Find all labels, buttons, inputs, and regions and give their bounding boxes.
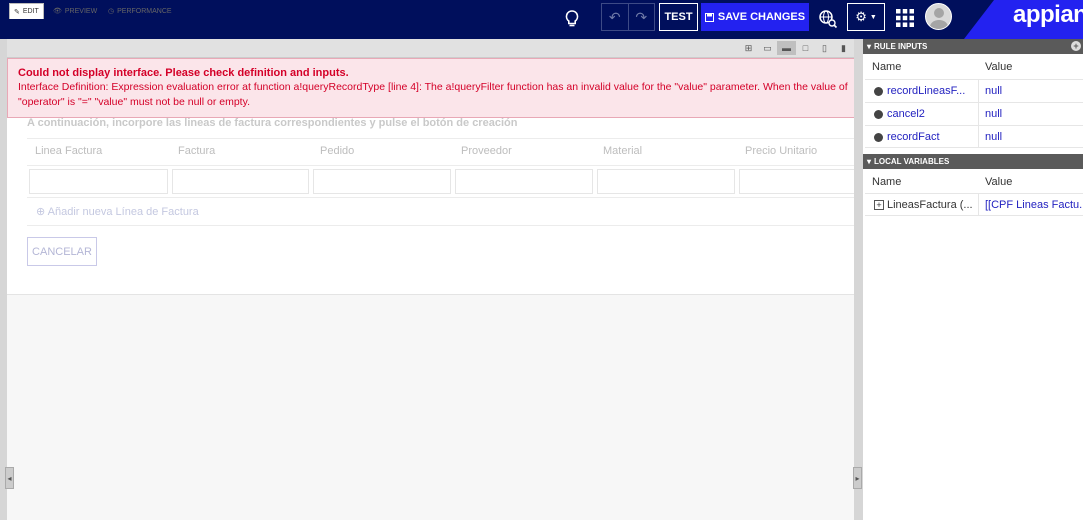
cell-factura-input[interactable]	[172, 169, 309, 194]
tab-edit-label: EDIT	[22, 8, 39, 15]
grid-header-linea-factura: Linea Factura	[35, 145, 103, 157]
column-separator	[978, 126, 979, 148]
tab-performance-label: PERFORMANCE	[117, 7, 172, 15]
local-variables-name-header: Name	[872, 176, 902, 188]
tablet-icon[interactable]: ▯	[815, 41, 834, 55]
local-variables-header[interactable]: ▾ LOCAL VARIABLES	[863, 154, 1083, 169]
local-variables-value-header: Value	[985, 176, 1013, 188]
add-rule-input-icon[interactable]: +	[1071, 41, 1081, 51]
caret-down-icon: ▾	[867, 157, 872, 166]
device-preview-bar: ⊞ ▭ ▬ □ ▯ ▮	[739, 40, 859, 56]
desktop-icon[interactable]: ▬	[777, 41, 796, 55]
user-avatar[interactable]	[925, 3, 952, 30]
cancel-button[interactable]: CANCELAR	[27, 237, 97, 266]
rule-input-name[interactable]: recordLineasF...	[887, 85, 982, 97]
test-button[interactable]: TEST	[659, 3, 698, 31]
rule-input-value[interactable]: null	[985, 108, 1083, 120]
rule-input-value[interactable]: null	[985, 85, 1083, 97]
column-separator	[978, 80, 979, 102]
undo-icon[interactable]: ↶	[602, 4, 629, 30]
error-banner: Could not display interface. Please chec…	[7, 58, 860, 118]
cell-proveedor-input[interactable]	[455, 169, 593, 194]
cell-material-input[interactable]	[597, 169, 735, 194]
error-message: Interface Definition: Expression evaluat…	[18, 81, 848, 108]
add-line-link[interactable]: ⊕ Añadir nueva Línea de Factura	[36, 205, 199, 218]
save-icon	[704, 12, 714, 22]
cell-precio-unitario-input[interactable]	[739, 169, 859, 194]
rule-inputs-title: RULE INPUTS	[874, 42, 928, 51]
rule-input-row[interactable]: cancel2 null	[865, 102, 1083, 125]
lightbulb-icon[interactable]	[560, 7, 584, 31]
phone-icon[interactable]: ▮	[834, 41, 853, 55]
monitor-icon[interactable]: □	[796, 41, 815, 55]
rule-inputs-value-header: Value	[985, 61, 1013, 73]
error-title: Could not display interface. Please chec…	[18, 67, 349, 79]
local-variables-title: LOCAL VARIABLES	[874, 157, 950, 166]
local-variable-name[interactable]: LineasFactura (...	[887, 199, 982, 211]
local-variable-value[interactable]: [[CPF Lineas Factu...	[985, 199, 1083, 211]
collapse-right-handle[interactable]: ▸	[853, 467, 862, 489]
local-variable-row[interactable]: + LineasFactura (... [[CPF Lineas Factu.…	[865, 193, 1083, 216]
gear-icon: ⚙	[855, 9, 867, 24]
expand-icon[interactable]: +	[874, 200, 884, 210]
add-line-label: Añadir nueva Línea de Factura	[47, 206, 199, 218]
rule-inputs-header[interactable]: ▾ RULE INPUTS +	[863, 39, 1083, 54]
left-edge	[0, 39, 7, 520]
rule-input-row[interactable]: recordFact null	[865, 125, 1083, 148]
tab-edit[interactable]: ✎ EDIT	[9, 3, 44, 19]
collapse-left-handle[interactable]: ◂	[5, 467, 14, 489]
globe-search-icon[interactable]	[816, 7, 840, 31]
rule-input-name[interactable]: cancel2	[887, 108, 982, 120]
grid-header-divider	[27, 165, 859, 166]
wide-monitor-icon[interactable]: ▭	[758, 41, 777, 55]
plus-circle-icon: ⊕	[36, 206, 46, 218]
clock-icon: ◷	[108, 8, 115, 15]
tab-preview-label: PREVIEW	[64, 7, 98, 15]
rule-input-name[interactable]: recordFact	[887, 131, 982, 143]
column-separator	[978, 194, 979, 216]
rule-input-row[interactable]: recordLineasF... null	[865, 79, 1083, 102]
caret-down-icon: ▾	[867, 42, 872, 51]
tab-preview[interactable]: 👁 PREVIEW	[49, 3, 101, 19]
grid-top-divider	[27, 138, 859, 139]
save-changes-button[interactable]: SAVE CHANGES	[701, 3, 809, 31]
form-instructions: A continuación, incorpore las lineas de …	[27, 117, 518, 129]
undo-redo-group: ↶ ↷	[601, 3, 655, 31]
apps-grid-icon[interactable]	[895, 8, 915, 28]
grid-header-precio-unitario: Precio Unitario	[745, 145, 818, 157]
mode-tabs-bar	[7, 39, 861, 58]
column-separator	[978, 103, 979, 125]
grid-rows-divider	[27, 197, 859, 198]
eye-icon: 👁	[53, 8, 62, 15]
save-changes-label: SAVE CHANGES	[717, 11, 806, 23]
settings-menu-button[interactable]: ⚙ ▼	[847, 3, 885, 31]
cell-pedido-input[interactable]	[313, 169, 451, 194]
rule-inputs-name-header: Name	[872, 61, 902, 73]
appian-logo[interactable]: appian	[1013, 1, 1083, 29]
grid-header-proveedor: Proveedor	[461, 145, 512, 157]
rule-input-dot-icon	[874, 133, 883, 142]
rule-input-dot-icon	[874, 87, 883, 96]
grid-header-material: Material	[603, 145, 643, 157]
redo-icon[interactable]: ↷	[629, 4, 655, 30]
auto-width-icon[interactable]: ⊞	[739, 41, 758, 55]
caret-down-icon: ▼	[869, 13, 877, 21]
grid-header-pedido: Pedido	[320, 145, 355, 157]
tab-performance[interactable]: ◷ PERFORMANCE	[104, 3, 176, 19]
rule-input-value[interactable]: null	[985, 131, 1083, 143]
grid-bottom-divider	[27, 225, 859, 226]
grid-header-factura: Factura	[178, 145, 216, 157]
rule-input-dot-icon	[874, 110, 883, 119]
panel-divider	[854, 39, 863, 520]
cell-linea-factura-input[interactable]	[29, 169, 168, 194]
edit-icon: ✎	[14, 8, 20, 16]
